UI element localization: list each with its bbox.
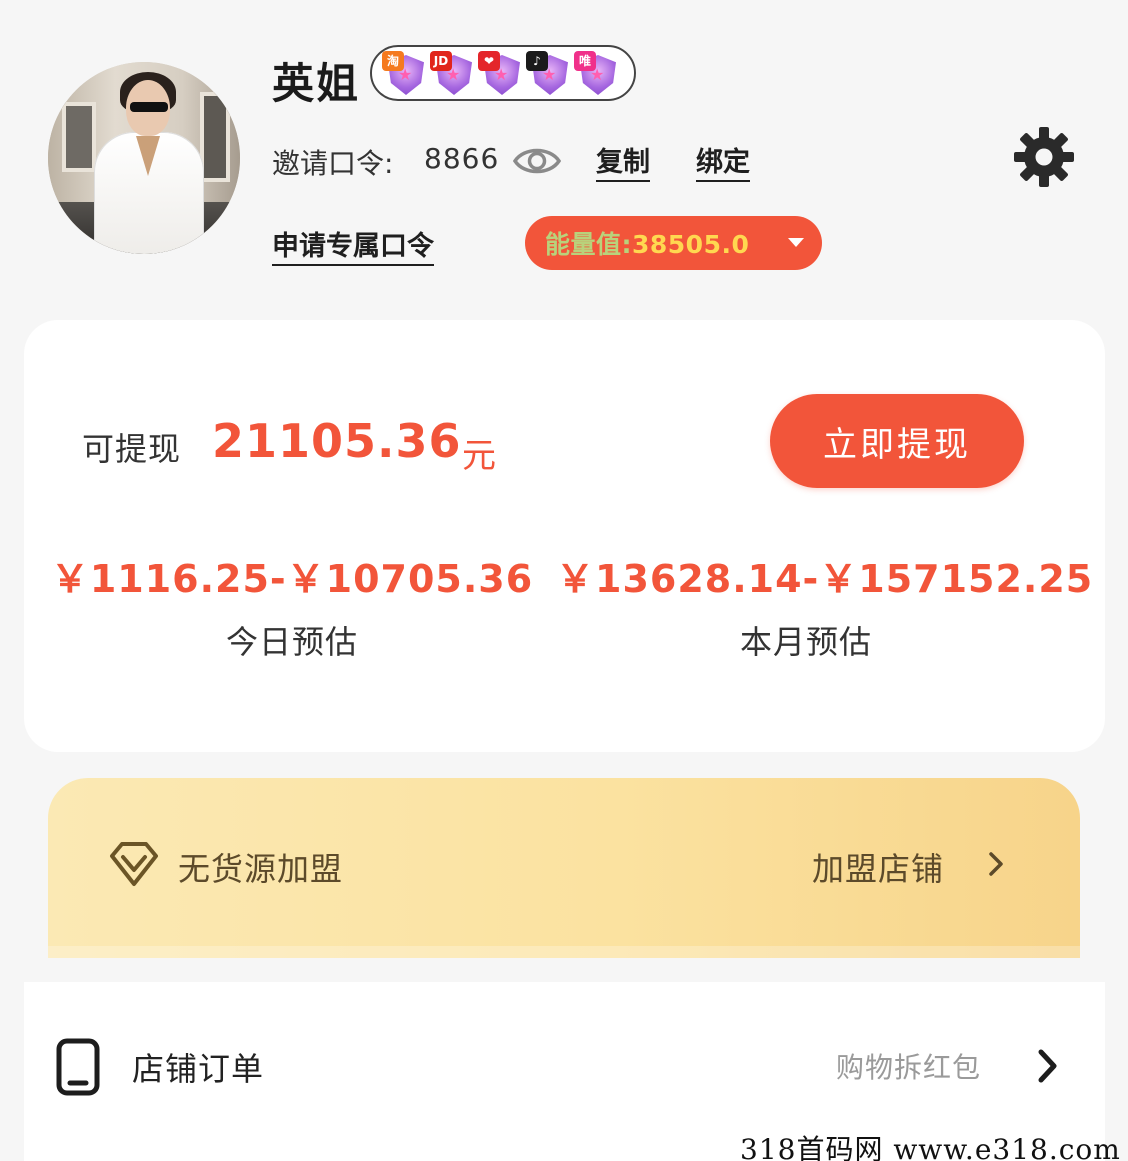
vip-badge-icon: ★ 唯 (572, 49, 618, 97)
taobao-badge-icon: ★ 淘 (380, 49, 426, 97)
join-title: 无货源加盟 (178, 850, 344, 888)
invite-code-label: 邀请口令: (272, 147, 394, 180)
store-orders-title: 店铺订单 (132, 1050, 265, 1088)
withdrawable-unit: 元 (462, 436, 496, 476)
profile-page: 英姐 ★ 淘 ★ JD ★ ❤ ★ ♪ ★ 唯 邀请口令: 8866 复制 绑定… (0, 0, 1128, 1161)
gear-icon[interactable] (1012, 125, 1076, 189)
pinduoduo-badge-icon: ★ ❤ (476, 49, 522, 97)
energy-label: 能量值: (545, 230, 632, 259)
platform-badges[interactable]: ★ 淘 ★ JD ★ ❤ ★ ♪ ★ 唯 (370, 45, 636, 101)
join-banner[interactable]: 无货源加盟 加盟店铺 (48, 778, 1080, 958)
bind-button[interactable]: 绑定 (696, 146, 750, 182)
chevron-right-icon (1038, 1049, 1057, 1083)
today-estimate-label: 今日预估 (225, 623, 358, 661)
withdrawable-amount: 21105.36 (212, 414, 462, 468)
eye-icon[interactable] (512, 144, 562, 178)
douyin-badge-icon: ★ ♪ (524, 49, 570, 97)
energy-value: 38505.0 (632, 230, 750, 259)
join-store-link[interactable]: 加盟店铺 (812, 844, 944, 890)
month-estimate-label: 本月预估 (739, 623, 872, 661)
invite-code-value: 8866 (424, 142, 500, 175)
store-orders-hint: 购物拆红包 (836, 1051, 982, 1084)
caret-down-icon (788, 238, 804, 247)
jd-badge-icon: ★ JD (428, 49, 474, 97)
diamond-icon (110, 842, 158, 886)
energy-value-dropdown[interactable]: 能量值:38505.0 (525, 216, 822, 270)
apply-exclusive-code-link[interactable]: 申请专属口令 (272, 230, 434, 266)
withdraw-now-button[interactable]: 立即提现 (770, 394, 1024, 488)
phone-icon (56, 1038, 100, 1096)
earnings-card: 可提现 21105.36 元 立即提现 ￥1116.25-￥10705.36 今… (24, 320, 1105, 752)
avatar[interactable] (48, 62, 240, 254)
user-name: 英姐 (272, 59, 361, 108)
month-estimate: ￥13628.14-￥157152.25 本月预估 (556, 548, 1094, 663)
month-estimate-value: ￥13628.14-￥157152.25 (556, 557, 1094, 601)
today-estimate: ￥1116.25-￥10705.36 今日预估 (42, 548, 542, 663)
chevron-right-icon (989, 852, 1003, 876)
watermark: 318首码网 www.e318.com (740, 1133, 1121, 1161)
withdrawable-label: 可提现 (82, 430, 182, 468)
copy-button[interactable]: 复制 (596, 146, 650, 182)
today-estimate-value: ￥1116.25-￥10705.36 (50, 557, 534, 601)
